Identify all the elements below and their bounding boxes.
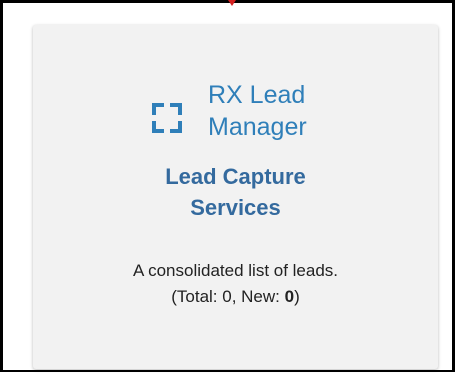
- app-tile-card[interactable]: RX Lead Manager Lead Capture Services A …: [33, 25, 438, 369]
- totals-line: (Total: 0, New: 0): [33, 284, 438, 310]
- totals-prefix: (Total: 0, New:: [171, 287, 285, 306]
- app-description: A consolidated list of leads. (Total: 0,…: [33, 258, 438, 310]
- pointer-arrow-icon: [228, 0, 236, 6]
- totals-suffix: ): [294, 287, 300, 306]
- subtitle-line1: Lead Capture: [165, 164, 306, 189]
- app-name[interactable]: RX Lead Manager: [208, 79, 358, 143]
- description-text: A consolidated list of leads.: [132, 261, 339, 280]
- app-name-line1: RX Lead: [208, 81, 306, 109]
- app-subtitle: Lead Capture Services: [33, 161, 438, 223]
- new-count: 0: [284, 287, 295, 306]
- app-name-line2: Manager: [208, 113, 307, 141]
- bracket-frame-icon: [152, 103, 182, 133]
- app-header: RX Lead Manager: [151, 79, 351, 143]
- subtitle-line2: Services: [190, 195, 281, 220]
